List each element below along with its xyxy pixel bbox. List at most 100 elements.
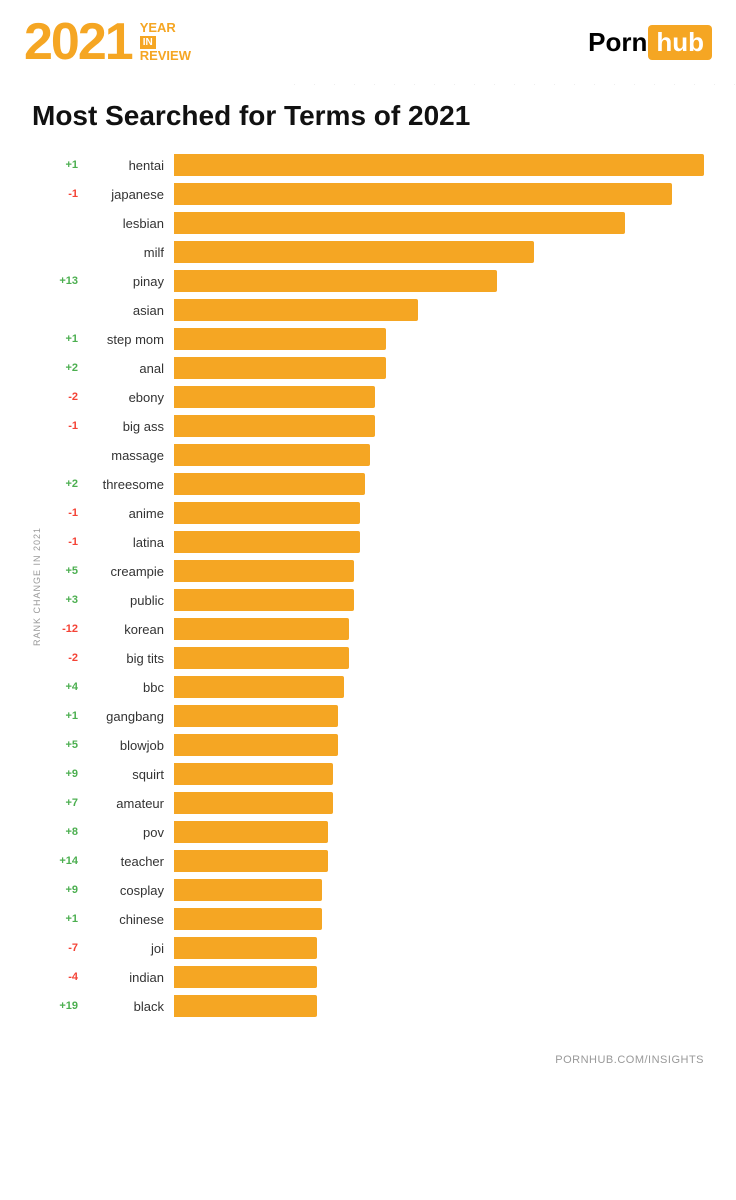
bar-row: -1japanese — [46, 181, 704, 207]
bar-row: +3public — [46, 587, 704, 613]
bar-track — [174, 821, 704, 843]
rank-change: +7 — [46, 797, 84, 809]
bar-fill — [174, 995, 317, 1017]
bar-fill — [174, 415, 375, 437]
bar-fill — [174, 850, 328, 872]
logo-porn: Porn — [588, 27, 647, 58]
bar-fill — [174, 589, 354, 611]
rank-change: +4 — [46, 681, 84, 693]
bar-fill — [174, 154, 704, 176]
bar-fill — [174, 734, 338, 756]
rank-change: +14 — [46, 855, 84, 867]
rank-change: -1 — [46, 507, 84, 519]
rank-change: -2 — [46, 652, 84, 664]
bar-fill — [174, 647, 349, 669]
bar-track — [174, 966, 704, 988]
bar-term-label: ebony — [84, 390, 174, 405]
bar-fill — [174, 241, 534, 263]
bar-fill — [174, 502, 360, 524]
rank-change: +9 — [46, 768, 84, 780]
bar-track — [174, 270, 704, 292]
bar-fill — [174, 792, 333, 814]
bar-term-label: lesbian — [84, 216, 174, 231]
bar-row: +4bbc — [46, 674, 704, 700]
bar-track — [174, 386, 704, 408]
rank-change: -1 — [46, 420, 84, 432]
bar-term-label: public — [84, 593, 174, 608]
bar-term-label: hentai — [84, 158, 174, 173]
bar-fill — [174, 560, 354, 582]
rank-change: -1 — [46, 188, 84, 200]
bar-track — [174, 444, 704, 466]
bar-term-label: teacher — [84, 854, 174, 869]
bar-track — [174, 589, 704, 611]
bar-fill — [174, 879, 322, 901]
bar-fill — [174, 966, 317, 988]
bar-term-label: chinese — [84, 912, 174, 927]
bar-row: +13pinay — [46, 268, 704, 294]
bar-row: +2anal — [46, 355, 704, 381]
bar-fill — [174, 183, 672, 205]
bar-track — [174, 531, 704, 553]
bar-term-label: asian — [84, 303, 174, 318]
bar-track — [174, 995, 704, 1017]
rank-change: +9 — [46, 884, 84, 896]
bar-term-label: pov — [84, 825, 174, 840]
bar-fill — [174, 212, 625, 234]
bar-track — [174, 212, 704, 234]
bar-fill — [174, 299, 418, 321]
bar-row: +14teacher — [46, 848, 704, 874]
rank-change: +8 — [46, 826, 84, 838]
bar-track — [174, 415, 704, 437]
bar-row: +9cosplay — [46, 877, 704, 903]
bar-track — [174, 908, 704, 930]
bar-track — [174, 299, 704, 321]
bar-track — [174, 357, 704, 379]
review-text: YEAR IN REVIEW — [140, 21, 191, 63]
bar-row: +1hentai — [46, 152, 704, 178]
bar-row: -12korean — [46, 616, 704, 642]
bar-track — [174, 502, 704, 524]
rank-change: +1 — [46, 710, 84, 722]
bar-term-label: step mom — [84, 332, 174, 347]
bar-term-label: big ass — [84, 419, 174, 434]
bar-fill — [174, 270, 497, 292]
bar-term-label: big tits — [84, 651, 174, 666]
bar-term-label: pinay — [84, 274, 174, 289]
rank-change: +13 — [46, 275, 84, 287]
bar-fill — [174, 357, 386, 379]
bar-term-label: black — [84, 999, 174, 1014]
bar-row: asian — [46, 297, 704, 323]
bar-row: +7amateur — [46, 790, 704, 816]
bar-row: massage — [46, 442, 704, 468]
bar-term-label: indian — [84, 970, 174, 985]
footer-url: PORNHUB.COM/INSIGHTS — [0, 1046, 736, 1074]
bar-row: +5creampie — [46, 558, 704, 584]
chart-inner: +1hentai-1japaneselesbianmilf+13pinayasi… — [46, 152, 704, 1022]
bar-fill — [174, 473, 365, 495]
bar-term-label: korean — [84, 622, 174, 637]
bar-term-label: squirt — [84, 767, 174, 782]
bar-fill — [174, 763, 333, 785]
rank-change: +5 — [46, 739, 84, 751]
bar-term-label: joi — [84, 941, 174, 956]
rank-change: -4 — [46, 971, 84, 983]
bar-row: milf — [46, 239, 704, 265]
rank-change: +5 — [46, 565, 84, 577]
rank-change: -2 — [46, 391, 84, 403]
bar-term-label: threesome — [84, 477, 174, 492]
bar-track — [174, 560, 704, 582]
bar-track — [174, 879, 704, 901]
bar-row: +1gangbang — [46, 703, 704, 729]
bar-row: +5blowjob — [46, 732, 704, 758]
bar-fill — [174, 937, 317, 959]
chart-title: Most Searched for Terms of 2021 — [32, 100, 704, 132]
bar-term-label: amateur — [84, 796, 174, 811]
bar-row: lesbian — [46, 210, 704, 236]
bar-track — [174, 792, 704, 814]
bar-term-label: anal — [84, 361, 174, 376]
rank-change: -1 — [46, 536, 84, 548]
bar-term-label: anime — [84, 506, 174, 521]
bar-term-label: japanese — [84, 187, 174, 202]
bar-row: +9squirt — [46, 761, 704, 787]
